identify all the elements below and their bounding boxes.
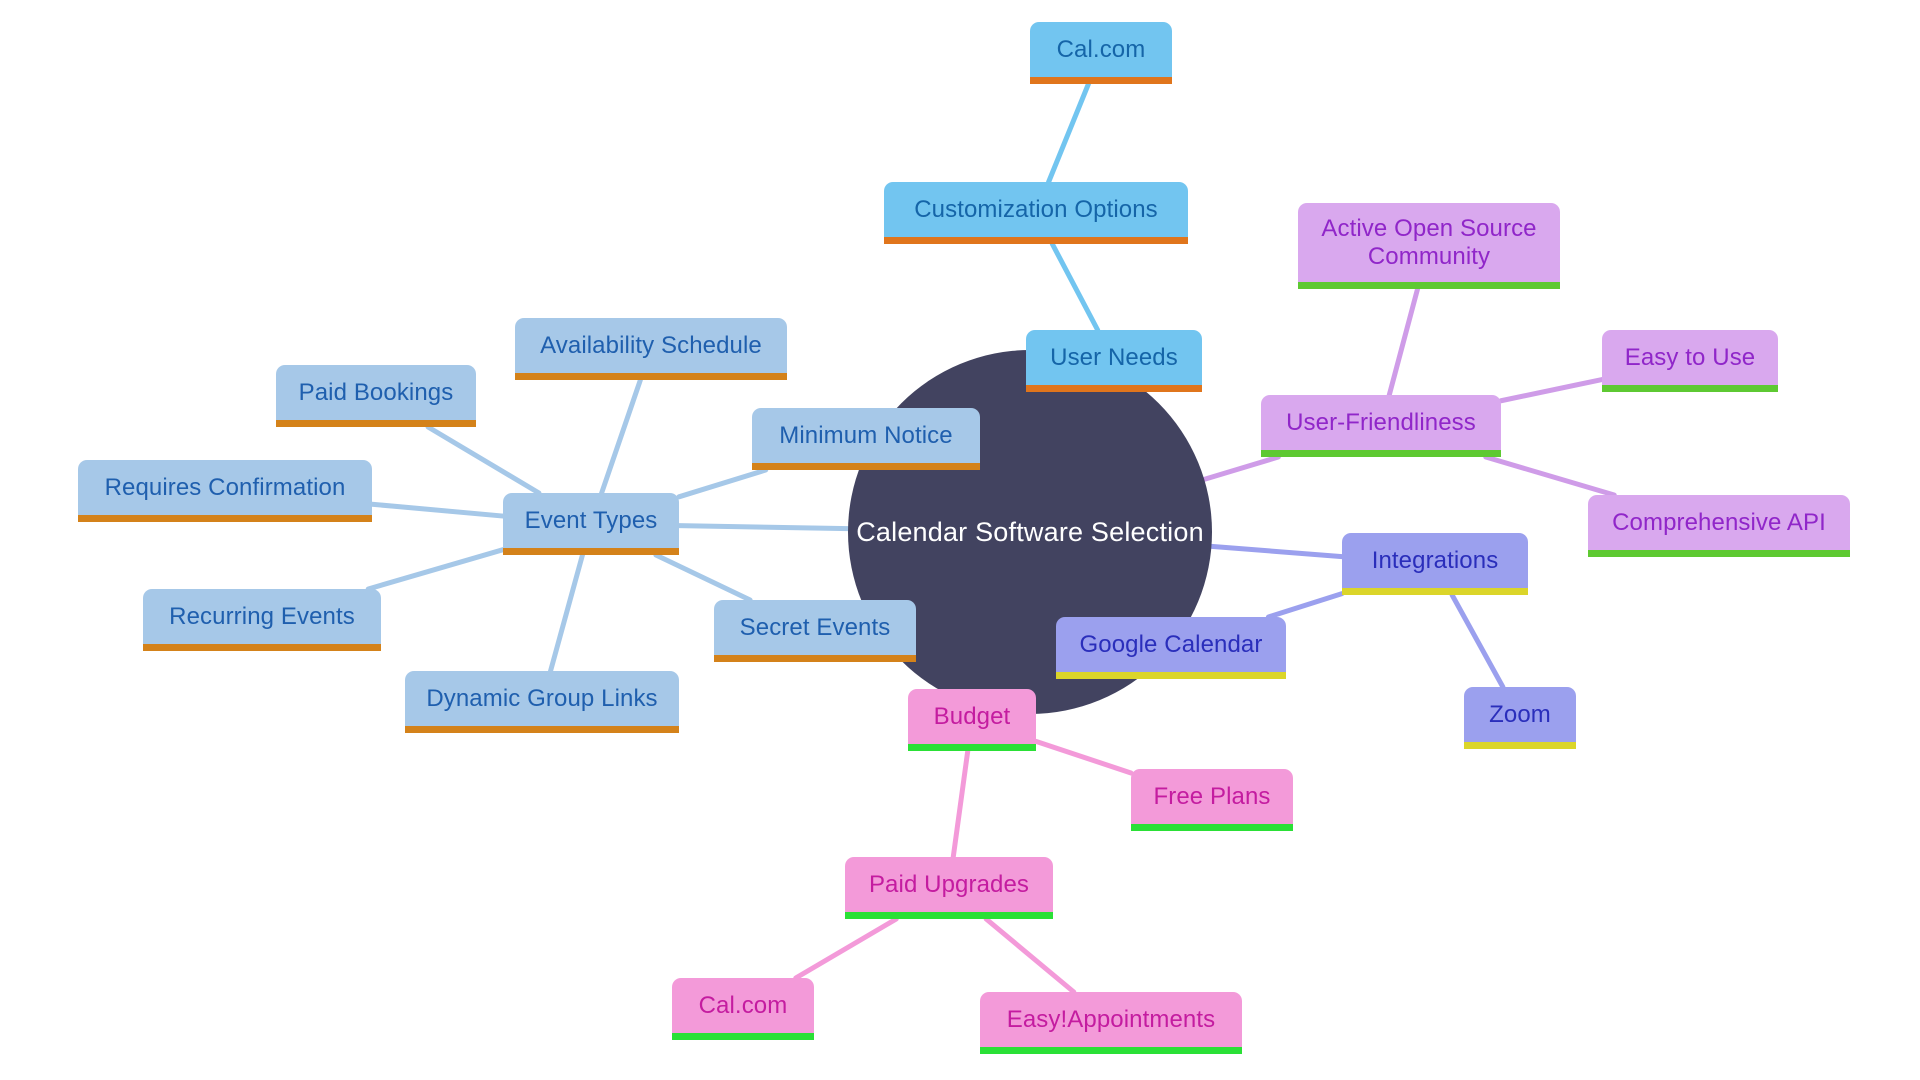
mindmap-node-reqconfirm[interactable]: Requires Confirmation bbox=[78, 460, 372, 522]
mindmap-node-label: Event Types bbox=[524, 506, 658, 534]
mindmap-node-label: Paid Upgrades bbox=[868, 870, 1030, 898]
mindmap-node-label: Customization Options bbox=[914, 195, 1158, 223]
mindmap-node-label: Budget bbox=[933, 702, 1011, 730]
mindmap-node-easytouse[interactable]: Easy to Use bbox=[1602, 330, 1778, 392]
mindmap-node-label: Cal.com bbox=[698, 991, 788, 1019]
mindmap-node-label: Google Calendar bbox=[1079, 630, 1263, 658]
mindmap-node-freeplans[interactable]: Free Plans bbox=[1131, 769, 1293, 831]
mindmap-node-label: Dynamic Group Links bbox=[426, 684, 658, 712]
mindmap-node-secretevents[interactable]: Secret Events bbox=[714, 600, 916, 662]
root-node-label: Calendar Software Selection bbox=[856, 516, 1204, 547]
mindmap-node-integrations[interactable]: Integrations bbox=[1342, 533, 1528, 595]
mindmap-node-budget[interactable]: Budget bbox=[908, 689, 1036, 751]
mindmap-canvas: Calendar Software Selection Cal.com Custo… bbox=[0, 0, 1920, 1080]
mindmap-node-easyappt[interactable]: Easy!Appointments bbox=[980, 992, 1242, 1054]
mindmap-node-label: Requires Confirmation bbox=[104, 473, 346, 501]
mindmap-node-api[interactable]: Comprehensive API bbox=[1588, 495, 1850, 557]
mindmap-node-dyngroup[interactable]: Dynamic Group Links bbox=[405, 671, 679, 733]
mindmap-node-label: User Needs bbox=[1050, 343, 1178, 371]
mindmap-node-availability[interactable]: Availability Schedule bbox=[515, 318, 787, 380]
mindmap-node-opensource[interactable]: Active Open Source Community bbox=[1298, 203, 1560, 289]
mindmap-node-friendly[interactable]: User-Friendliness bbox=[1261, 395, 1501, 457]
mindmap-node-calcom_bot[interactable]: Cal.com bbox=[672, 978, 814, 1040]
mindmap-node-label: Zoom bbox=[1489, 700, 1551, 728]
mindmap-node-label: Active Open Source Community bbox=[1321, 214, 1537, 270]
mindmap-node-label: Easy!Appointments bbox=[1006, 1005, 1216, 1033]
mindmap-node-label: Paid Bookings bbox=[298, 378, 454, 406]
mindmap-node-paidupgrades[interactable]: Paid Upgrades bbox=[845, 857, 1053, 919]
mindmap-node-zoom[interactable]: Zoom bbox=[1464, 687, 1576, 749]
mindmap-node-label: Cal.com bbox=[1056, 35, 1146, 63]
mindmap-node-label: Easy to Use bbox=[1624, 343, 1756, 371]
mindmap-node-customization[interactable]: Customization Options bbox=[884, 182, 1188, 244]
mindmap-node-userneeds[interactable]: User Needs bbox=[1026, 330, 1202, 392]
mindmap-node-eventtypes[interactable]: Event Types bbox=[503, 493, 679, 555]
mindmap-node-gcal[interactable]: Google Calendar bbox=[1056, 617, 1286, 679]
mindmap-node-minnotice[interactable]: Minimum Notice bbox=[752, 408, 980, 470]
mindmap-node-calcom_top[interactable]: Cal.com bbox=[1030, 22, 1172, 84]
mindmap-node-label: Secret Events bbox=[739, 613, 891, 641]
mindmap-node-label: User-Friendliness bbox=[1286, 408, 1476, 436]
node-layer: Calendar Software Selection Cal.com Custo… bbox=[0, 0, 1920, 1080]
mindmap-node-label: Minimum Notice bbox=[779, 421, 953, 449]
mindmap-node-label: Free Plans bbox=[1153, 782, 1271, 810]
mindmap-node-label: Integrations bbox=[1371, 546, 1499, 574]
mindmap-node-label: Recurring Events bbox=[169, 602, 355, 630]
mindmap-node-label: Availability Schedule bbox=[540, 331, 762, 359]
mindmap-node-recurring[interactable]: Recurring Events bbox=[143, 589, 381, 651]
mindmap-node-paidbookings[interactable]: Paid Bookings bbox=[276, 365, 476, 427]
mindmap-node-label: Comprehensive API bbox=[1612, 508, 1826, 536]
